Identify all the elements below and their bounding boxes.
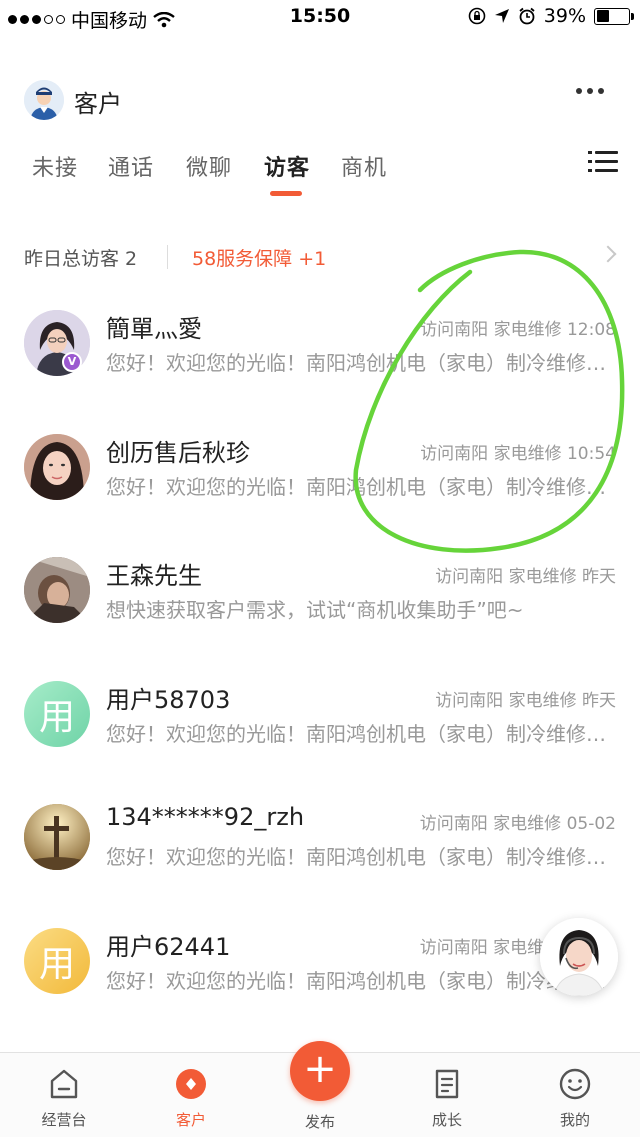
battery-icon xyxy=(594,7,634,25)
rotation-lock-icon xyxy=(468,7,486,25)
nav-customers[interactable]: 客户 xyxy=(151,1067,231,1130)
visitor-avatar: 用 xyxy=(24,927,90,994)
visitor-row[interactable]: 用 用户58703 访问南阳 家电维修 昨天 您好！欢迎您的光临！南阳鸿创机电（… xyxy=(0,666,640,790)
chevron-right-icon xyxy=(599,245,617,263)
visitor-meta: 访问南阳 家电维修 12:08 xyxy=(420,320,616,340)
customer-icon xyxy=(176,1069,206,1099)
battery-level xyxy=(596,10,609,22)
tab-opportunities[interactable]: 商机 xyxy=(341,150,387,182)
tab-wechat[interactable]: 微聊 xyxy=(186,150,232,182)
visitor-name: 用户58703 xyxy=(106,685,231,714)
vip-badge: V xyxy=(62,352,82,372)
visitor-avatar xyxy=(24,557,90,623)
visitor-message: 您好！欢迎您的光临！南阳鸿创机电（家电）制冷维修中心专业维修 xyxy=(106,968,616,993)
visitor-name: 用户62441 xyxy=(106,932,231,961)
document-icon xyxy=(435,1069,459,1099)
battery-percent: 39% xyxy=(543,5,586,27)
alarm-icon xyxy=(519,7,535,25)
customer-service-agent-button[interactable] xyxy=(540,918,618,996)
visitor-row[interactable]: 创历售后秋珍 访问南阳 家电维修 10:54 您好！欢迎您的光临！南阳鸿创机电（… xyxy=(0,419,640,543)
person-photo-icon xyxy=(24,557,90,623)
nav-label: 发布 xyxy=(304,1113,335,1131)
visitor-name: 创历售后秋珍 xyxy=(106,438,250,467)
nav-label: 我的 xyxy=(559,1111,590,1129)
bottom-nav: 经营台 客户 + 发布 成长 我的 xyxy=(0,1041,640,1137)
visitor-meta: 访问南阳 家电维修 05-02 xyxy=(419,814,616,834)
visitor-meta: 访问南阳 家电维修 昨天 xyxy=(435,690,616,711)
service-agent-icon xyxy=(24,80,64,120)
nav-label: 经营台 xyxy=(41,1111,87,1129)
nav-me[interactable]: 我的 xyxy=(535,1067,615,1130)
visitor-message: 您好！欢迎您的光临！南阳鸿创机电（家电）制冷维修中心专业维修 xyxy=(106,721,616,746)
person-photo-icon xyxy=(24,433,90,500)
visitor-name: 王森先生 xyxy=(106,562,202,590)
cross-photo-icon xyxy=(24,804,90,870)
nav-growth[interactable]: 成长 xyxy=(407,1067,487,1130)
visitor-summary[interactable]: 昨日总访客 2 58服务保障 +1 xyxy=(24,244,617,274)
header: 客户 xyxy=(0,78,640,124)
status-bar: 中国移动 15:50 39% xyxy=(0,0,640,34)
location-icon xyxy=(494,9,509,23)
visitor-meta: 访问南阳 家电维修 10:54 xyxy=(420,443,616,464)
dashboard-icon xyxy=(50,1069,78,1099)
tab-visitors[interactable]: 访客 xyxy=(264,150,310,182)
visitor-meta: 访问南阳 家电维修 昨天 xyxy=(435,567,616,587)
account-avatar[interactable] xyxy=(24,80,64,120)
visitor-message: 您好！欢迎您的光临！南阳鸿创机电（家电）制冷维修中心专业维修 xyxy=(106,845,616,869)
total-visitors-label: 昨日总访客 2 xyxy=(24,248,138,270)
visitor-row[interactable]: V 簡單灬愛 访问南阳 家电维修 12:08 您好！欢迎您的光临！南阳鸿创机电（… xyxy=(0,295,640,419)
more-dots-icon[interactable] xyxy=(576,88,604,94)
service-guarantee-link[interactable]: 58服务保障 +1 xyxy=(192,244,326,271)
visitor-message: 想快速获取客户需求，试试“商机收集助手”吧~ xyxy=(106,598,524,622)
smiley-icon xyxy=(559,1068,591,1100)
visitor-avatar xyxy=(24,433,90,500)
visitor-list: V 簡單灬愛 访问南阳 家电维修 12:08 您好！欢迎您的光临！南阳鸿创机电（… xyxy=(0,295,640,1036)
list-menu-icon[interactable] xyxy=(588,150,618,174)
visitor-message: 您好！欢迎您的光临！南阳鸿创机电（家电）制冷维修中心专业维修 xyxy=(106,351,616,375)
nav-dashboard[interactable]: 经营台 xyxy=(24,1067,104,1130)
visitor-message: 您好！欢迎您的光临！南阳鸿创机电（家电）制冷维修中心专业维修 xyxy=(106,474,616,499)
visitor-name: 簡單灬愛 xyxy=(106,315,202,343)
tab-missed[interactable]: 未接 xyxy=(32,150,78,182)
publish-plus-button[interactable]: + xyxy=(290,1041,350,1101)
agent-headset-icon xyxy=(540,918,618,996)
nav-label: 客户 xyxy=(175,1111,206,1129)
status-right: 39% xyxy=(468,5,634,27)
visitor-name: 134******92_rzh xyxy=(106,803,305,831)
visitor-row[interactable]: 134******92_rzh 访问南阳 家电维修 05-02 您好！欢迎您的光… xyxy=(0,789,640,913)
divider xyxy=(167,245,168,269)
visitor-avatar: 用 xyxy=(24,680,90,747)
tab-calls[interactable]: 通话 xyxy=(108,150,154,182)
active-tab-indicator xyxy=(270,191,302,196)
visitor-avatar xyxy=(24,804,90,870)
nav-label: 成长 xyxy=(431,1111,462,1129)
tab-bar: 未接 通话 微聊 访客 商机 xyxy=(0,150,640,200)
visitor-row[interactable]: 王森先生 访问南阳 家电维修 昨天 想快速获取客户需求，试试“商机收集助手”吧~ xyxy=(0,542,640,666)
page-title: 客户 xyxy=(74,90,122,118)
